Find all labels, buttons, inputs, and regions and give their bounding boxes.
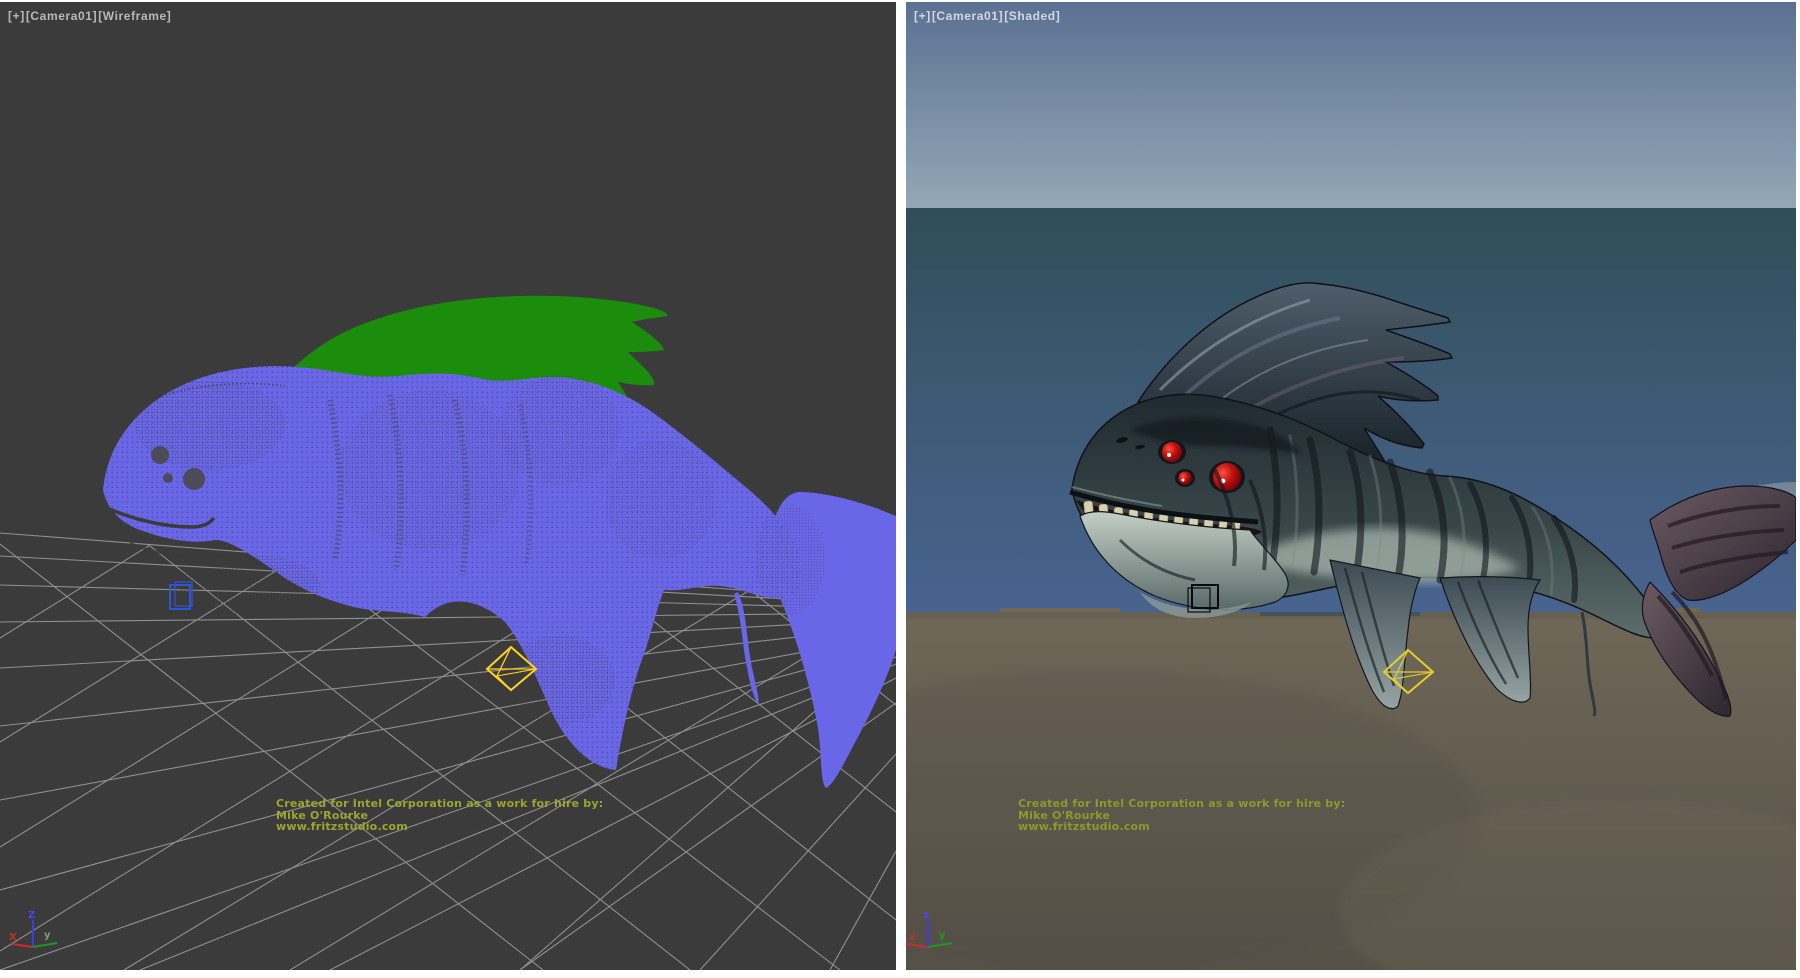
world-axis-tripod-right: x z y bbox=[906, 907, 986, 962]
credit-text-right: Created for Intel Corporation as a work … bbox=[1018, 798, 1345, 833]
viewport-wireframe[interactable]: [+][Camera01][Wireframe] bbox=[0, 2, 896, 970]
viewport-label-right: [+][Camera01][Shaded] bbox=[914, 9, 1061, 23]
axis-x-label: X bbox=[9, 932, 17, 943]
axis-y-label: y bbox=[939, 930, 946, 941]
viewport-shaded[interactable]: [+][Camera01][Shaded] bbox=[906, 2, 1796, 970]
credit-line-3: www.fritzstudio.com bbox=[1018, 821, 1345, 833]
sky bbox=[906, 2, 1796, 208]
viewport-label-left: [+][Camera01][Wireframe] bbox=[8, 9, 172, 23]
axis-z-label: z bbox=[923, 910, 929, 921]
viewport-menu-shading[interactable]: [Shaded] bbox=[1004, 9, 1060, 23]
viewport-splitter[interactable] bbox=[896, 2, 906, 970]
axis-y-label: y bbox=[44, 930, 51, 941]
viewport-menu-pov[interactable]: [Camera01] bbox=[932, 9, 1003, 23]
axis-x-label: x bbox=[909, 932, 916, 943]
credit-line-3: www.fritzstudio.com bbox=[276, 821, 603, 833]
creature-wireframe[interactable] bbox=[103, 296, 896, 788]
credit-line-1: Created for Intel Corporation as a work … bbox=[1018, 798, 1345, 810]
viewport-menu-general[interactable]: [+] bbox=[914, 9, 931, 23]
credit-text-left: Created for Intel Corporation as a work … bbox=[276, 798, 603, 833]
viewport-menu-pov[interactable]: [Camera01] bbox=[26, 9, 97, 23]
axis-z-label: Z bbox=[28, 910, 35, 921]
viewport-menu-shading[interactable]: [Wireframe] bbox=[98, 9, 171, 23]
viewport-menu-general[interactable]: [+] bbox=[8, 9, 25, 23]
credit-line-1: Created for Intel Corporation as a work … bbox=[276, 798, 603, 810]
world-axis-tripod-left: X Z y bbox=[0, 907, 80, 962]
